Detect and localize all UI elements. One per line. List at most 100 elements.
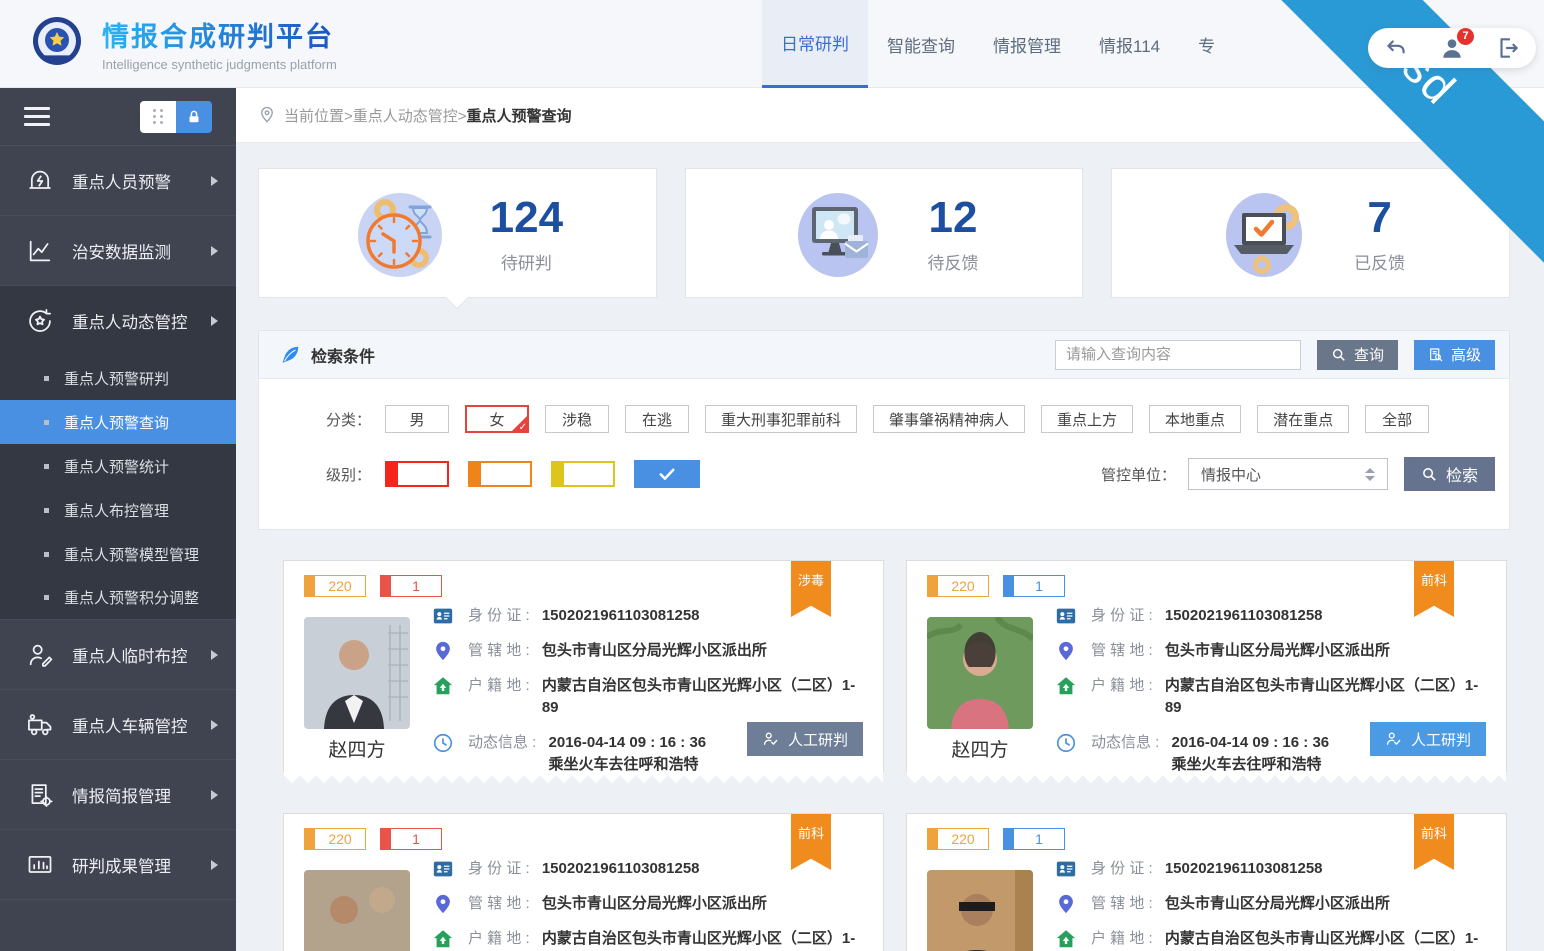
- category-key-petition[interactable]: 重点上方: [1041, 405, 1133, 433]
- manual-judge-button[interactable]: 人工研判: [747, 722, 863, 756]
- sidebar-item-dynamic-control[interactable]: 重点人动态管控: [0, 286, 236, 356]
- category-mental-illness[interactable]: 肇事肇祸精神病人: [873, 405, 1025, 433]
- registry-address: 内蒙古自治区包头市青山区光辉小区（二区）1-89: [1165, 675, 1486, 719]
- alarm-icon: [26, 167, 54, 195]
- sidebar-subitem-control-management[interactable]: 重点人布控管理: [0, 488, 236, 532]
- category-fugitive[interactable]: 在逃: [625, 405, 689, 433]
- stat-cards: 124 待研判 12 待反馈: [258, 168, 1510, 298]
- stat-pending-judgment[interactable]: 124 待研判: [258, 168, 657, 298]
- level-orange-swatch[interactable]: [468, 461, 532, 487]
- category-male[interactable]: 男: [385, 405, 449, 433]
- tab-intel-114[interactable]: 情报114: [1080, 0, 1179, 88]
- logout-icon[interactable]: [1495, 35, 1521, 61]
- sidebar-item-temp-control[interactable]: 重点人临时布控: [0, 620, 236, 690]
- query-button[interactable]: 查询: [1317, 340, 1398, 370]
- level-yellow-swatch[interactable]: [551, 461, 615, 487]
- sidebar-subitem-alert-query[interactable]: 重点人预警查询: [0, 400, 236, 444]
- lock-icon[interactable]: [176, 101, 212, 133]
- category-stability[interactable]: 涉稳: [545, 405, 609, 433]
- sidebar-item-person-alert[interactable]: 重点人员预警: [0, 146, 236, 216]
- score-badge: 220: [927, 828, 989, 850]
- jurisdiction: 包头市青山区分局光辉小区派出所: [542, 640, 767, 662]
- person-judge-icon: [762, 730, 780, 748]
- level-label: 级别：: [259, 464, 371, 485]
- id-card-icon: [432, 605, 454, 627]
- retrieve-button[interactable]: 检索: [1404, 457, 1495, 491]
- chevron-right-icon: [211, 176, 218, 186]
- person-edit-icon: [26, 641, 54, 669]
- search-panel: 检索条件 查询 高级 分类： 男 女✓ 涉稳 在逃 重大刑事犯罪前科 肇事肇祸精…: [258, 330, 1510, 530]
- manual-judge-button[interactable]: 人工研判: [1370, 722, 1486, 756]
- sidebar-subitem-alert-judgment[interactable]: 重点人预警研判: [0, 356, 236, 400]
- laptop-check-icon: [1216, 185, 1312, 281]
- tab-smart-query[interactable]: 智能查询: [868, 0, 974, 88]
- score-badge: 220: [304, 575, 366, 597]
- undo-icon[interactable]: [1383, 35, 1409, 61]
- category-all[interactable]: 全部: [1365, 405, 1429, 433]
- person-photo: [927, 617, 1033, 729]
- location-pin-icon: [432, 640, 454, 662]
- id-card-icon: [432, 858, 454, 880]
- selected-caret: [446, 287, 469, 310]
- category-female[interactable]: 女✓: [465, 405, 529, 433]
- sidebar-item-briefing[interactable]: 情报简报管理: [0, 760, 236, 830]
- id-number: 1502021961103081258: [1165, 605, 1323, 627]
- search-input[interactable]: [1055, 340, 1301, 370]
- tab-intel-management[interactable]: 情报管理: [974, 0, 1080, 88]
- data-monitor-icon: [26, 237, 54, 265]
- stat-feedback-done[interactable]: 7 已反馈: [1111, 168, 1510, 298]
- category-label: 分类：: [259, 409, 371, 430]
- updown-arrows-icon: [1365, 468, 1375, 481]
- location-pin-icon: [1055, 893, 1077, 915]
- user-icon[interactable]: 7: [1439, 35, 1465, 61]
- clock-icon: [432, 732, 454, 754]
- drag-handle-icon[interactable]: [140, 101, 176, 133]
- advanced-search-icon: [1428, 347, 1444, 363]
- jurisdiction: 包头市青山区分局光辉小区派出所: [1165, 893, 1390, 915]
- chevron-right-icon: [211, 790, 218, 800]
- breadcrumb-prefix: 当前位置>: [284, 105, 353, 126]
- unit-label: 管控单位：: [1101, 464, 1176, 485]
- level-red-swatch[interactable]: [385, 461, 449, 487]
- level-confirm-button[interactable]: [634, 460, 700, 488]
- hamburger-icon[interactable]: [24, 102, 50, 131]
- clock-icon: [1055, 732, 1077, 754]
- stat-pending-feedback[interactable]: 12 待反馈: [685, 168, 1084, 298]
- chevron-right-icon: [211, 650, 218, 660]
- category-local-key[interactable]: 本地重点: [1149, 405, 1241, 433]
- jurisdiction: 包头市青山区分局光辉小区派出所: [542, 893, 767, 915]
- jurisdiction: 包头市青山区分局光辉小区派出所: [1165, 640, 1390, 662]
- advanced-button[interactable]: 高级: [1414, 340, 1495, 370]
- breadcrumb-parent[interactable]: 重点人动态管控>: [353, 105, 467, 126]
- category-potential-key[interactable]: 潜在重点: [1257, 405, 1349, 433]
- dynamic-desc: 乘坐火车去往呼和浩特: [1172, 756, 1322, 773]
- vehicle-icon: [26, 711, 54, 739]
- chevron-right-icon: [211, 720, 218, 730]
- search-icon: [1331, 347, 1347, 363]
- sidebar-pin-toggle[interactable]: [140, 101, 212, 133]
- sidebar-item-security-data[interactable]: 治安数据监测: [0, 216, 236, 286]
- sidebar-subitem-model-management[interactable]: 重点人预警模型管理: [0, 532, 236, 576]
- registry-address: 内蒙古自治区包头市青山区光辉小区（二区）1-89: [542, 675, 863, 719]
- stat-label: 已反馈: [1354, 249, 1405, 274]
- sidebar-subitem-score-adjust[interactable]: 重点人预警积分调整: [0, 576, 236, 620]
- home-icon: [432, 928, 454, 950]
- tab-special[interactable]: 专: [1179, 0, 1234, 88]
- id-number: 1502021961103081258: [542, 858, 700, 880]
- person-card: 涉毒 220 1 赵四方 身 份 证 : 1502021961103081258…: [283, 560, 884, 772]
- sidebar-item-results[interactable]: 研判成果管理: [0, 830, 236, 900]
- sidebar: 重点人员预警 治安数据监测 重点人动态管控 重点人预警研判 重点人预警查询 重点…: [0, 88, 236, 951]
- category-major-crime[interactable]: 重大刑事犯罪前科: [705, 405, 857, 433]
- tab-daily-judgment[interactable]: 日常研判: [762, 0, 868, 88]
- sidebar-subitem-alert-statistics[interactable]: 重点人预警统计: [0, 444, 236, 488]
- app-title: 情报合成研判平台: [102, 15, 337, 54]
- location-pin-icon: [1055, 640, 1077, 662]
- level-filter-row: 级别： 管控单位： 情报中心 检索: [259, 457, 1509, 491]
- person-card: 前科 220 1 赵四方 身 份 证 : 1502021961103081258…: [906, 560, 1507, 772]
- notification-badge: 7: [1457, 28, 1474, 45]
- sidebar-item-vehicle-control[interactable]: 重点人车辆管控: [0, 690, 236, 760]
- unit-select[interactable]: 情报中心: [1188, 458, 1388, 490]
- zigzag-edge: [907, 772, 1506, 783]
- zigzag-edge: [284, 772, 883, 783]
- app-subtitle: Intelligence synthetic judgments platfor…: [102, 57, 337, 72]
